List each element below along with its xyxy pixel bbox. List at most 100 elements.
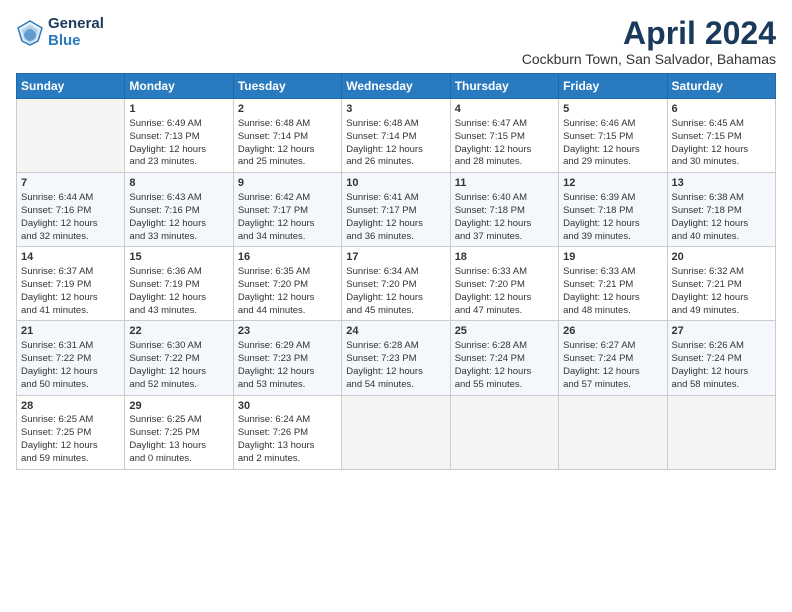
day-info-line: and 44 minutes. (238, 305, 337, 318)
logo-icon (16, 19, 44, 47)
day-number: 15 (129, 250, 228, 265)
calendar-cell: 16Sunrise: 6:35 AMSunset: 7:20 PMDayligh… (233, 247, 341, 321)
day-info-line: Sunrise: 6:28 AM (346, 340, 445, 353)
calendar-cell: 4Sunrise: 6:47 AMSunset: 7:15 PMDaylight… (450, 99, 558, 173)
day-number: 19 (563, 250, 662, 265)
day-info-line: and 57 minutes. (563, 379, 662, 392)
day-info-line: Daylight: 12 hours (455, 292, 554, 305)
day-info-line: Sunrise: 6:25 AM (129, 414, 228, 427)
calendar-cell: 1Sunrise: 6:49 AMSunset: 7:13 PMDaylight… (125, 99, 233, 173)
day-info-line: Sunset: 7:26 PM (238, 427, 337, 440)
day-number: 20 (672, 250, 771, 265)
col-header-monday: Monday (125, 74, 233, 99)
day-info-line: and 2 minutes. (238, 453, 337, 466)
day-info-line: Sunrise: 6:36 AM (129, 266, 228, 279)
day-info-line: Sunrise: 6:43 AM (129, 192, 228, 205)
calendar-cell: 12Sunrise: 6:39 AMSunset: 7:18 PMDayligh… (559, 173, 667, 247)
day-number: 13 (672, 176, 771, 191)
day-info-line: Sunrise: 6:39 AM (563, 192, 662, 205)
day-info-line: Sunset: 7:19 PM (21, 279, 120, 292)
day-number: 18 (455, 250, 554, 265)
day-info-line: Daylight: 12 hours (238, 218, 337, 231)
calendar-cell: 6Sunrise: 6:45 AMSunset: 7:15 PMDaylight… (667, 99, 775, 173)
calendar-cell: 19Sunrise: 6:33 AMSunset: 7:21 PMDayligh… (559, 247, 667, 321)
calendar-cell: 21Sunrise: 6:31 AMSunset: 7:22 PMDayligh… (17, 321, 125, 395)
calendar-cell (667, 395, 775, 469)
day-info-line: Sunrise: 6:33 AM (455, 266, 554, 279)
logo-general: General (48, 16, 104, 33)
day-info-line: and 28 minutes. (455, 156, 554, 169)
page-container: General Blue April 2024 Cockburn Town, S… (0, 0, 792, 480)
calendar-cell: 20Sunrise: 6:32 AMSunset: 7:21 PMDayligh… (667, 247, 775, 321)
day-info-line: Sunrise: 6:47 AM (455, 118, 554, 131)
day-info-line: Sunrise: 6:48 AM (346, 118, 445, 131)
day-info-line: and 48 minutes. (563, 305, 662, 318)
day-info-line: Sunset: 7:21 PM (563, 279, 662, 292)
day-info-line: Daylight: 12 hours (21, 218, 120, 231)
day-info-line: Sunset: 7:22 PM (129, 353, 228, 366)
calendar-cell: 15Sunrise: 6:36 AMSunset: 7:19 PMDayligh… (125, 247, 233, 321)
day-info-line: and 33 minutes. (129, 231, 228, 244)
calendar-cell (559, 395, 667, 469)
day-info-line: Sunrise: 6:34 AM (346, 266, 445, 279)
day-info-line: Daylight: 12 hours (563, 218, 662, 231)
day-info-line: and 32 minutes. (21, 231, 120, 244)
day-info-line: and 52 minutes. (129, 379, 228, 392)
calendar-cell: 3Sunrise: 6:48 AMSunset: 7:14 PMDaylight… (342, 99, 450, 173)
day-info-line: Daylight: 12 hours (238, 292, 337, 305)
day-info-line: Daylight: 12 hours (563, 144, 662, 157)
day-info-line: Sunset: 7:20 PM (455, 279, 554, 292)
day-number: 8 (129, 176, 228, 191)
day-info-line: Daylight: 12 hours (346, 144, 445, 157)
day-info-line: Sunset: 7:25 PM (21, 427, 120, 440)
day-info-line: Daylight: 12 hours (129, 144, 228, 157)
day-info-line: Sunrise: 6:46 AM (563, 118, 662, 131)
day-number: 25 (455, 324, 554, 339)
day-info-line: Sunrise: 6:30 AM (129, 340, 228, 353)
day-info-line: Sunrise: 6:27 AM (563, 340, 662, 353)
week-row-2: 7Sunrise: 6:44 AMSunset: 7:16 PMDaylight… (17, 173, 776, 247)
day-info-line: Daylight: 12 hours (238, 144, 337, 157)
week-row-1: 1Sunrise: 6:49 AMSunset: 7:13 PMDaylight… (17, 99, 776, 173)
day-number: 28 (21, 399, 120, 414)
calendar-cell: 23Sunrise: 6:29 AMSunset: 7:23 PMDayligh… (233, 321, 341, 395)
col-header-saturday: Saturday (667, 74, 775, 99)
day-info-line: Daylight: 12 hours (21, 292, 120, 305)
day-number: 22 (129, 324, 228, 339)
day-info-line: Sunset: 7:15 PM (563, 131, 662, 144)
day-info-line: Daylight: 12 hours (346, 218, 445, 231)
day-info-line: and 58 minutes. (672, 379, 771, 392)
day-number: 4 (455, 102, 554, 117)
week-row-3: 14Sunrise: 6:37 AMSunset: 7:19 PMDayligh… (17, 247, 776, 321)
day-info-line: Daylight: 13 hours (129, 440, 228, 453)
calendar-cell (450, 395, 558, 469)
day-info-line: and 36 minutes. (346, 231, 445, 244)
week-row-5: 28 Sunrise: 6:25 AM Sunset: 7:25 PM Dayligh… (17, 395, 776, 469)
day-info-line: Sunrise: 6:44 AM (21, 192, 120, 205)
day-info-line: and 45 minutes. (346, 305, 445, 318)
month-title: April 2024 (522, 16, 776, 51)
calendar-cell: 7Sunrise: 6:44 AMSunset: 7:16 PMDaylight… (17, 173, 125, 247)
day-info-line: Sunrise: 6:48 AM (238, 118, 337, 131)
day-info-line: Sunrise: 6:32 AM (672, 266, 771, 279)
day-info-line: and 49 minutes. (672, 305, 771, 318)
calendar-cell: 22Sunrise: 6:30 AMSunset: 7:22 PMDayligh… (125, 321, 233, 395)
day-info-line: and 30 minutes. (672, 156, 771, 169)
col-header-friday: Friday (559, 74, 667, 99)
day-info-line: and 41 minutes. (21, 305, 120, 318)
day-info-line: and 25 minutes. (238, 156, 337, 169)
day-number: 7 (21, 176, 120, 191)
day-info-line: and 43 minutes. (129, 305, 228, 318)
day-info-line: Sunrise: 6:26 AM (672, 340, 771, 353)
calendar-table: SundayMondayTuesdayWednesdayThursdayFrid… (16, 73, 776, 469)
day-info-line: Daylight: 12 hours (672, 366, 771, 379)
calendar-cell: 13Sunrise: 6:38 AMSunset: 7:18 PMDayligh… (667, 173, 775, 247)
day-info-line: Sunrise: 6:35 AM (238, 266, 337, 279)
day-info-line: and 47 minutes. (455, 305, 554, 318)
calendar-cell: 29Sunrise: 6:25 AMSunset: 7:25 PMDayligh… (125, 395, 233, 469)
day-info-line: Sunrise: 6:41 AM (346, 192, 445, 205)
col-header-thursday: Thursday (450, 74, 558, 99)
calendar-cell: 9Sunrise: 6:42 AMSunset: 7:17 PMDaylight… (233, 173, 341, 247)
calendar-cell: 5Sunrise: 6:46 AMSunset: 7:15 PMDaylight… (559, 99, 667, 173)
day-info-line: Daylight: 12 hours (129, 218, 228, 231)
